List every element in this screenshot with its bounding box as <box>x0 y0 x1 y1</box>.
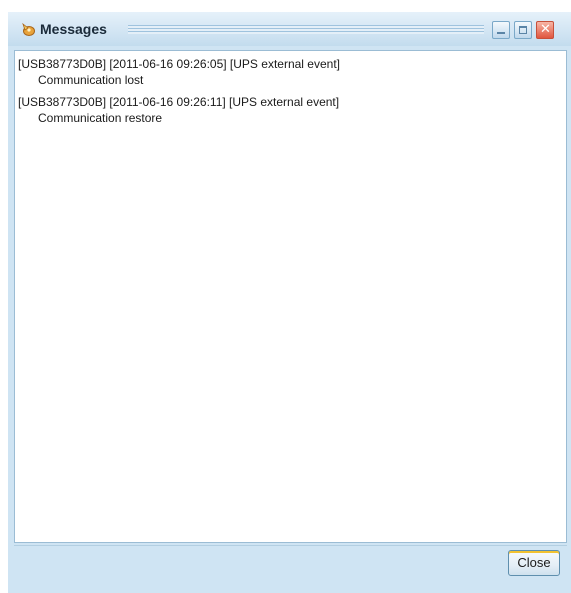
close-icon: ✕ <box>540 22 551 37</box>
minimize-button[interactable] <box>492 21 510 39</box>
window-close-button[interactable]: ✕ <box>536 21 554 39</box>
message-body: Communication restore <box>38 111 163 125</box>
messages-window: Messages ✕ [USB38773D0B] [2011-06-16 09:… <box>8 12 571 593</box>
messages-app-icon <box>20 21 36 37</box>
window-title: Messages <box>40 21 107 37</box>
maximize-button[interactable] <box>514 21 532 39</box>
maximize-icon <box>519 26 527 34</box>
message-body: Communication lost <box>38 73 144 87</box>
minimize-icon <box>497 32 505 34</box>
message-header: [USB38773D0B] [2011-06-16 09:26:05] [UPS… <box>18 57 340 71</box>
message-entry: [USB38773D0B] [2011-06-16 09:26:05] [UPS… <box>18 56 563 88</box>
message-log[interactable]: [USB38773D0B] [2011-06-16 09:26:05] [UPS… <box>14 50 567 543</box>
message-header: [USB38773D0B] [2011-06-16 09:26:11] [UPS… <box>18 95 340 109</box>
window-titlebar[interactable]: Messages ✕ <box>8 12 571 46</box>
titlebar-grip <box>128 25 484 34</box>
close-button[interactable]: Close <box>508 550 560 576</box>
message-entry: [USB38773D0B] [2011-06-16 09:26:11] [UPS… <box>18 94 563 126</box>
footer-divider <box>14 545 567 546</box>
